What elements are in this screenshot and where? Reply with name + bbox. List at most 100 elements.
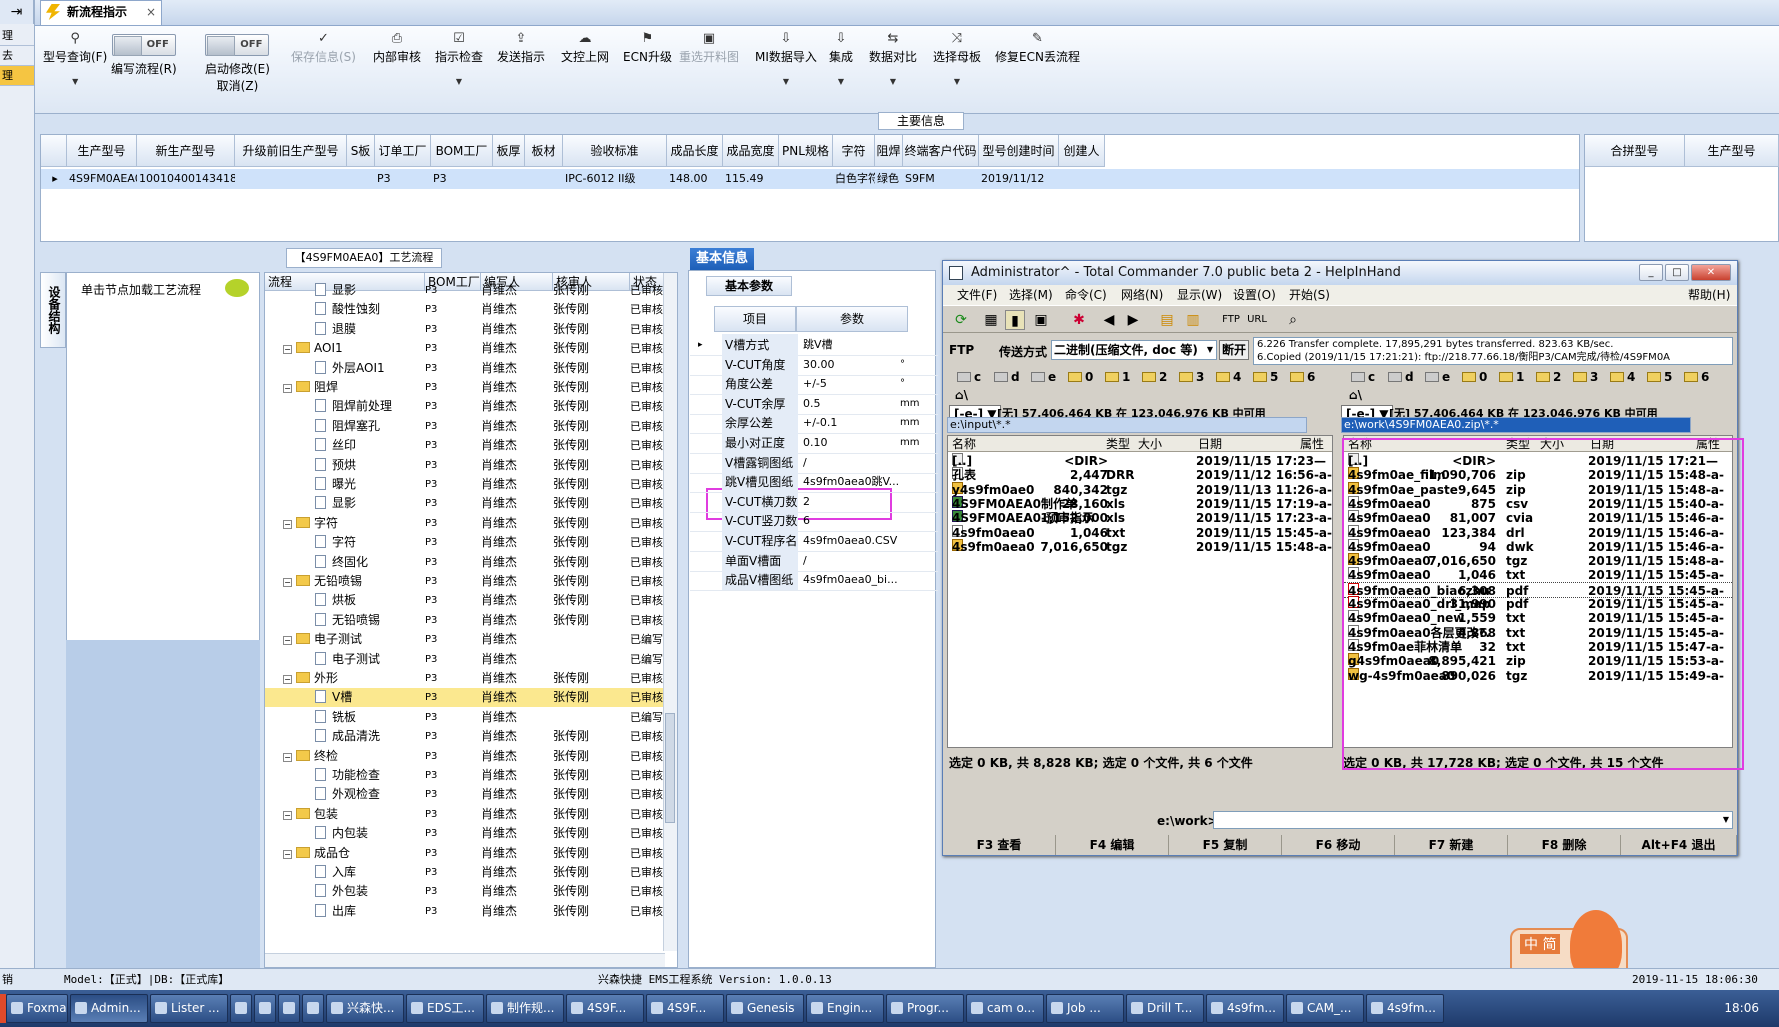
- invert-selection-icon[interactable]: ✱: [1069, 310, 1089, 330]
- column-header[interactable]: BOM工厂: [431, 135, 493, 167]
- collapse-icon[interactable]: −: [283, 636, 292, 646]
- scrollbar-thumb[interactable]: [665, 713, 675, 823]
- column-header[interactable]: 合拼型号: [1585, 135, 1685, 167]
- grid-cell[interactable]: [1059, 169, 1105, 189]
- tree-node-label[interactable]: − 成品仓: [283, 844, 350, 863]
- tree-node-label[interactable]: 外包装: [315, 882, 368, 901]
- right-path[interactable]: e:\work\4S9FM0AEA0.zip\*.*: [1341, 417, 1691, 433]
- grid-cell[interactable]: 10010400143418: [137, 169, 235, 189]
- collapse-icon[interactable]: −: [283, 519, 292, 529]
- tree-node-label[interactable]: 内包装: [315, 824, 368, 843]
- collapse-icon[interactable]: −: [283, 345, 292, 355]
- column-header[interactable]: 新生产型号: [137, 135, 235, 167]
- tree-row[interactable]: 烘板 P3 肖维杰 张传刚 已审核: [265, 591, 663, 610]
- taskbar-item[interactable]: Job ...: [1046, 994, 1124, 1023]
- taskbar-item[interactable]: Foxmail: [6, 994, 68, 1023]
- grid-cell[interactable]: P3: [375, 169, 431, 189]
- param-value[interactable]: 4s9fm0aea0_bi...: [800, 569, 910, 591]
- column-header-item[interactable]: 项目: [714, 306, 796, 332]
- taskbar-item[interactable]: [302, 994, 324, 1023]
- grid-cell[interactable]: [779, 169, 833, 189]
- instruction-check-button[interactable]: ☑ 指示检查 ▼: [435, 32, 483, 87]
- column-header[interactable]: 成品宽度: [723, 135, 779, 167]
- collapse-icon[interactable]: −: [283, 384, 292, 393]
- drive-button-2[interactable]: 2: [1142, 369, 1167, 385]
- column-header[interactable]: 类型: [1106, 436, 1130, 452]
- transfer-mode-select[interactable]: 二进制(压缩文件, doc 等) ▼: [1051, 340, 1217, 360]
- tab-basic-params[interactable]: 基本参数: [706, 276, 792, 296]
- grid-cell[interactable]: P3: [431, 169, 493, 189]
- menu-view[interactable]: 显示(W): [1177, 285, 1222, 305]
- tree-row[interactable]: 电子测试 P3 肖维杰 已编写: [265, 650, 663, 669]
- tree-row[interactable]: 入库 P3 肖维杰 张传刚 已审核: [265, 863, 663, 882]
- collapse-icon[interactable]: −: [283, 849, 292, 859]
- minimize-icon[interactable]: _: [1639, 264, 1663, 281]
- root-icon[interactable]: ⌂\: [955, 387, 968, 403]
- column-header-param[interactable]: 参数: [796, 306, 908, 332]
- tree-row[interactable]: 曝光 P3 肖维杰 张传刚 已审核: [265, 475, 663, 494]
- tree-row[interactable]: 阻焊前处理 P3 肖维杰 张传刚 已审核: [265, 397, 663, 416]
- back-icon[interactable]: ◀: [1099, 310, 1119, 330]
- taskbar-item[interactable]: 4s9fm...: [1366, 994, 1444, 1023]
- tree-node-label[interactable]: 字符: [315, 533, 356, 552]
- hscrollbar[interactable]: [265, 953, 665, 967]
- tree-row[interactable]: 阻焊塞孔 P3 肖维杰 张传刚 已审核: [265, 417, 663, 436]
- internal-review-button[interactable]: ⎙ 内部审核: [373, 32, 421, 65]
- tree-node-label[interactable]: 曝光: [315, 475, 356, 494]
- column-header[interactable]: 升级前旧生产型号: [235, 135, 347, 167]
- start-modify-toggle[interactable]: OFF 启动修改(E) 取消(Z): [205, 34, 270, 94]
- doc-control-upload-button[interactable]: ☁ 文控上网: [561, 32, 609, 65]
- function-key-button[interactable]: Alt+F4 退出: [1621, 835, 1737, 855]
- taskbar-item[interactable]: Lister ...: [150, 994, 228, 1023]
- taskbar-item[interactable]: Genesis: [726, 994, 804, 1023]
- grid-cell[interactable]: IPC-6012 II级: [563, 169, 667, 189]
- tree-node-label[interactable]: 外观检查: [315, 785, 380, 804]
- drive-button-1[interactable]: 1: [1105, 369, 1130, 385]
- column-header[interactable]: 名称: [952, 436, 976, 452]
- tree-row[interactable]: − 电子测试 P3 肖维杰 已编写: [265, 630, 663, 649]
- taskbar-item[interactable]: 制作规...: [486, 994, 564, 1023]
- tree-row[interactable]: 预烘 P3 肖维杰 张传刚 已审核: [265, 456, 663, 475]
- column-header[interactable]: 创建人: [1059, 135, 1105, 167]
- command-line-input[interactable]: ▼: [1213, 811, 1733, 829]
- tree-node-label[interactable]: 入库: [315, 863, 356, 882]
- column-header[interactable]: 属性: [1300, 436, 1324, 452]
- grid-cell[interactable]: [525, 169, 563, 189]
- grid-cell[interactable]: [493, 169, 525, 189]
- tree-row[interactable]: − 无铅喷锡 P3 肖维杰 张传刚 已审核: [265, 572, 663, 591]
- taskbar-item[interactable]: Engin...: [806, 994, 884, 1023]
- drive-button-d[interactable]: d: [994, 369, 1020, 385]
- left-strip-item[interactable]: 理: [0, 66, 34, 86]
- root-icon[interactable]: ⌂\: [1349, 387, 1362, 403]
- column-header[interactable]: 成品长度: [667, 135, 723, 167]
- function-key-button[interactable]: F8 删除: [1508, 835, 1621, 855]
- drive-button-c[interactable]: c: [957, 369, 981, 385]
- column-header[interactable]: 生产型号: [1685, 135, 1779, 167]
- tab-new-process[interactable]: 新流程指示 ×: [40, 0, 162, 25]
- close-icon[interactable]: ✕: [1691, 264, 1731, 281]
- function-key-button[interactable]: F4 编辑: [1056, 835, 1169, 855]
- menu-network[interactable]: 网络(N): [1121, 285, 1163, 305]
- tree-row[interactable]: 铣板 P3 肖维杰 已编写: [265, 708, 663, 727]
- column-header[interactable]: 终端客户代码: [903, 135, 979, 167]
- drive-button-2[interactable]: 2: [1536, 369, 1561, 385]
- tree-node-label[interactable]: − 无铅喷锡: [283, 572, 362, 591]
- grid-cell[interactable]: 2019/11/12: [979, 169, 1059, 189]
- param-row[interactable]: 成品V槽图纸 4s9fm0aea0_bi...: [690, 569, 938, 592]
- drive-button-e[interactable]: e: [1425, 369, 1450, 385]
- drive-button-d[interactable]: d: [1388, 369, 1414, 385]
- tree-row[interactable]: 显影 P3 肖维杰 张传刚 已审核: [265, 281, 663, 300]
- drive-button-5[interactable]: 5: [1647, 369, 1672, 385]
- tree-node-label[interactable]: − 阻焊: [283, 378, 338, 397]
- icon-view-icon[interactable]: ▦: [981, 310, 1001, 330]
- select-master-board-button[interactable]: ⤨ 选择母板 ▼: [933, 32, 981, 87]
- tree-row[interactable]: − 字符 P3 肖维杰 张传刚 已审核: [265, 514, 663, 533]
- taskbar-item[interactable]: 4S9F...: [646, 994, 724, 1023]
- tree-row[interactable]: − 成品仓 P3 肖维杰 张传刚 已审核: [265, 844, 663, 863]
- grid-cell[interactable]: 白色字符: [833, 169, 875, 189]
- collapse-icon[interactable]: −: [283, 675, 292, 684]
- drive-button-4[interactable]: 4: [1216, 369, 1241, 385]
- scrollbar[interactable]: [663, 273, 677, 951]
- grid-cell[interactable]: 148.00: [667, 169, 723, 189]
- disconnect-button[interactable]: 断开: [1219, 340, 1249, 360]
